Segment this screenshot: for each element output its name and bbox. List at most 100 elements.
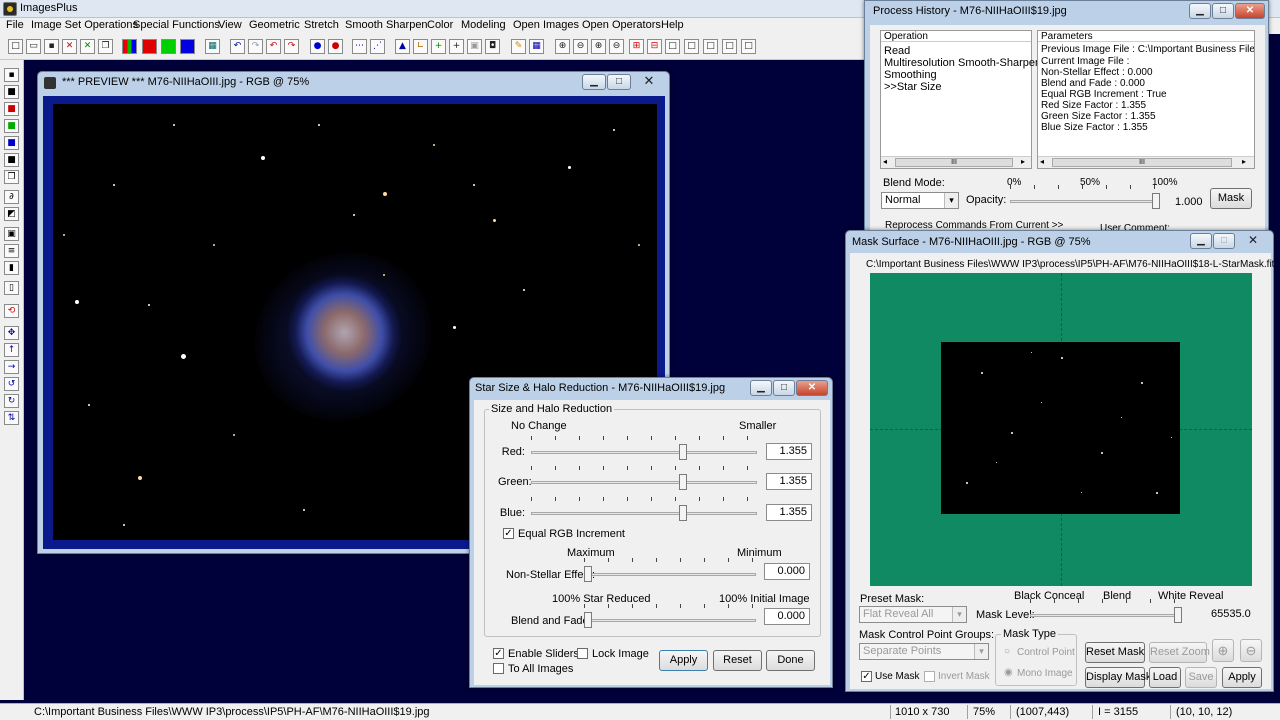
frame-icon[interactable]: ▣ — [4, 227, 19, 241]
table-icon[interactable]: ▦ — [529, 39, 544, 54]
minimize-button[interactable]: ▁ — [750, 380, 772, 396]
blend-fade-slider[interactable] — [584, 604, 756, 630]
zoom-in-icon[interactable]: ⊕ — [555, 39, 570, 54]
control-point-radio-label[interactable]: Control Point — [1017, 647, 1075, 658]
reset-zoom-button[interactable]: Reset Zoom — [1149, 642, 1210, 663]
equal-rgb-checkbox[interactable]: ✓ — [503, 528, 514, 539]
slider-thumb[interactable] — [1152, 193, 1160, 209]
use-mask-checkbox[interactable]: ✓ — [861, 671, 872, 682]
equal-rgb-label[interactable]: Equal RGB Increment — [518, 528, 625, 540]
red-value[interactable]: 1.355 — [766, 443, 812, 460]
zoom-actual-icon[interactable]: ⊖ — [609, 39, 624, 54]
brush-icon[interactable]: ∂ — [4, 190, 19, 204]
preview-caption[interactable]: *** PREVIEW *** M76-NIIHaOIII.jpg - RGB … — [38, 72, 669, 94]
window-3-icon[interactable]: □ — [703, 39, 718, 54]
mono-swatch-icon[interactable]: ■ — [4, 153, 19, 167]
maximize-button[interactable]: □ — [773, 380, 795, 396]
operation-item-selected[interactable]: >>Star Size — [884, 81, 941, 93]
undo-all-icon[interactable]: ↶ — [266, 39, 281, 54]
menu-file[interactable]: File — [6, 19, 24, 31]
enable-sliders-checkbox[interactable]: ✓ — [493, 648, 504, 659]
menu-image-set-operations[interactable]: Image Set Operations — [31, 19, 138, 31]
menu-view[interactable]: View — [218, 19, 242, 31]
maximize-button[interactable]: □ — [607, 74, 631, 90]
menu-smooth-sharpen[interactable]: Smooth Sharpen — [345, 19, 428, 31]
record-icon[interactable]: ● — [310, 39, 325, 54]
move-icon[interactable]: ✥ — [4, 326, 19, 340]
lock-image-checkbox[interactable] — [577, 648, 588, 659]
close-button[interactable]: ✕ — [632, 74, 666, 90]
parameters-list[interactable]: Parameters Previous Image File : C:\Impo… — [1037, 30, 1255, 169]
invert-mask-checkbox[interactable] — [924, 671, 935, 682]
window-1-icon[interactable]: □ — [665, 39, 680, 54]
menu-geometric[interactable]: Geometric — [249, 19, 300, 31]
menu-color[interactable]: Color — [427, 19, 453, 31]
stop-record-icon[interactable]: ● — [328, 39, 343, 54]
parameters-hscrollbar[interactable]: ◂ III ▸ — [1038, 156, 1254, 168]
non-stellar-value[interactable]: 0.000 — [764, 563, 810, 580]
crosshair-icon[interactable]: + — [449, 39, 464, 54]
green-slider[interactable] — [531, 466, 757, 492]
groups-select[interactable]: Separate Points — [859, 643, 989, 660]
scroll-thumb[interactable]: III — [1052, 158, 1232, 167]
minimize-button[interactable]: ▁ — [1189, 3, 1211, 19]
select-rect-icon[interactable]: ▯ — [4, 281, 19, 295]
save-button[interactable]: Save — [1185, 667, 1217, 688]
redo-all-icon[interactable]: ↷ — [284, 39, 299, 54]
histogram-icon[interactable]: ▲ — [395, 39, 410, 54]
save-disk-icon[interactable]: ▪ — [44, 39, 59, 54]
to-all-images-checkbox[interactable] — [493, 663, 504, 674]
enlarge-icon[interactable]: ⊞ — [629, 39, 644, 54]
rgb-channels-icon[interactable] — [122, 39, 137, 54]
menu-modeling[interactable]: Modeling — [461, 19, 506, 31]
mask-surface-caption[interactable]: Mask Surface - M76-NIIHaOIII.jpg - RGB @… — [846, 231, 1273, 253]
rotate-red-icon[interactable]: ⟲ — [4, 304, 19, 318]
close-button[interactable]: ✕ — [1236, 233, 1270, 249]
camera-icon[interactable]: ◘ — [485, 39, 500, 54]
menu-open-operators[interactable]: Open Operators — [582, 19, 661, 31]
star-size-window[interactable]: Star Size & Halo Reduction - M76-NIIHaOI… — [469, 377, 833, 688]
non-stellar-slider[interactable] — [584, 558, 756, 584]
crop-icon[interactable]: ▣ — [467, 39, 482, 54]
operation-item[interactable]: Read — [884, 45, 910, 57]
minimize-button[interactable]: ▁ — [582, 74, 606, 90]
green-channel-icon[interactable] — [161, 39, 176, 54]
mask-surface[interactable] — [870, 273, 1252, 586]
blue-slider[interactable] — [531, 497, 757, 523]
new-file-icon[interactable]: □ — [8, 39, 23, 54]
maximize-button[interactable]: □ — [1213, 233, 1235, 249]
blend-fade-value[interactable]: 0.000 — [764, 608, 810, 625]
operation-hscrollbar[interactable]: ◂ III ▸ — [881, 156, 1031, 168]
to-all-images-label[interactable]: To All Images — [508, 663, 573, 675]
use-mask-label[interactable]: Use Mask — [875, 671, 919, 682]
opacity-slider[interactable] — [1010, 185, 1160, 211]
operation-item[interactable]: Smoothing — [884, 69, 937, 81]
scroll-left-icon[interactable]: ◂ — [1040, 157, 1044, 166]
blue-channel-icon[interactable] — [180, 39, 195, 54]
close-button[interactable]: ✕ — [796, 380, 828, 396]
load-button[interactable]: Load — [1149, 667, 1181, 688]
close-x-icon[interactable]: ✕ — [62, 39, 77, 54]
operation-item[interactable]: Multiresolution Smooth-Sharpen — [884, 57, 1041, 69]
apply-button[interactable]: Apply — [659, 650, 708, 671]
slider-thumb[interactable] — [584, 612, 592, 628]
open-folder-icon[interactable]: ▭ — [26, 39, 41, 54]
blue-value[interactable]: 1.355 — [766, 504, 812, 521]
copy-icon[interactable]: ❐ — [98, 39, 113, 54]
arrow-right-icon[interactable]: → — [4, 360, 19, 374]
scroll-thumb[interactable]: III — [895, 158, 1013, 167]
scroll-left-icon[interactable]: ◂ — [883, 157, 887, 166]
undo-icon[interactable]: ↶ — [230, 39, 245, 54]
blue-swatch-icon[interactable]: ■ — [4, 136, 19, 150]
flip-icon[interactable]: ⇅ — [4, 411, 19, 425]
slider-thumb[interactable] — [679, 505, 687, 521]
arrow-up-icon[interactable]: ↑ — [4, 343, 19, 357]
menu-help[interactable]: Help — [661, 19, 684, 31]
minimize-button[interactable]: ▁ — [1190, 233, 1212, 249]
black-rect-icon[interactable]: ▮ — [4, 261, 19, 275]
done-button[interactable]: Done — [766, 650, 815, 671]
slider-thumb[interactable] — [1174, 607, 1182, 623]
apply-button[interactable]: Apply — [1222, 667, 1262, 688]
display-mask-button[interactable]: Display Mask — [1085, 667, 1151, 688]
grid-icon[interactable]: ▦ — [205, 39, 220, 54]
